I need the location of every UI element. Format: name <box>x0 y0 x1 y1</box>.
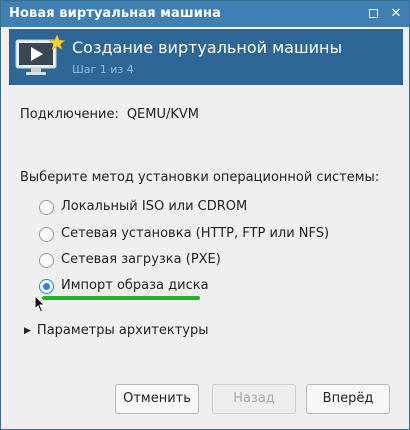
wizard-step: Шаг 1 из 4 <box>72 63 134 76</box>
wizard-content: Подключение: QEMU/KVM Выберите метод уста… <box>9 85 403 421</box>
connection-value: QEMU/KVM <box>126 107 200 122</box>
maximize-icon <box>369 9 378 18</box>
wizard-title: Создание виртуальной машины <box>72 38 343 57</box>
label-network-install: Сетевая установка (HTTP, FTP или NFS) <box>61 226 330 241</box>
connection-label: Подключение: <box>20 107 119 122</box>
radio-network-boot[interactable] <box>39 253 54 268</box>
title-bar[interactable]: Новая виртуальная машина ✕ <box>1 1 409 27</box>
architecture-options-expander[interactable]: ▶ Параметры архитектуры <box>24 323 208 338</box>
install-method-prompt: Выберите метод установки операционной си… <box>20 170 380 185</box>
radio-import-disk[interactable] <box>39 279 54 294</box>
cancel-button[interactable]: Отменить <box>115 384 199 414</box>
label-network-boot: Сетевая загрузка (PXE) <box>61 252 221 267</box>
mouse-cursor-icon <box>34 295 46 313</box>
window-title: Новая виртуальная машина <box>9 6 221 21</box>
new-vm-dialog: Новая виртуальная машина ✕ Создание вирт… <box>0 0 410 430</box>
forward-button[interactable]: Вперёд <box>306 384 390 414</box>
radio-local-iso[interactable] <box>39 200 54 215</box>
radio-network-install[interactable] <box>39 227 54 242</box>
connection-row: Подключение: QEMU/KVM <box>20 107 199 122</box>
maximize-button[interactable] <box>365 5 383 23</box>
close-button[interactable]: ✕ <box>387 5 405 23</box>
label-import-disk: Импорт образа диска <box>61 278 209 293</box>
architecture-options-label: Параметры архитектуры <box>36 323 209 338</box>
close-icon: ✕ <box>390 6 402 21</box>
expander-arrow-icon: ▶ <box>24 326 31 336</box>
back-button[interactable]: Назад <box>212 384 296 414</box>
new-vm-icon <box>15 35 65 75</box>
wizard-header: Создание виртуальной машины Шаг 1 из 4 <box>9 29 403 85</box>
highlight-underline <box>42 296 200 300</box>
label-local-iso: Локальный ISO или CDROM <box>61 199 248 214</box>
